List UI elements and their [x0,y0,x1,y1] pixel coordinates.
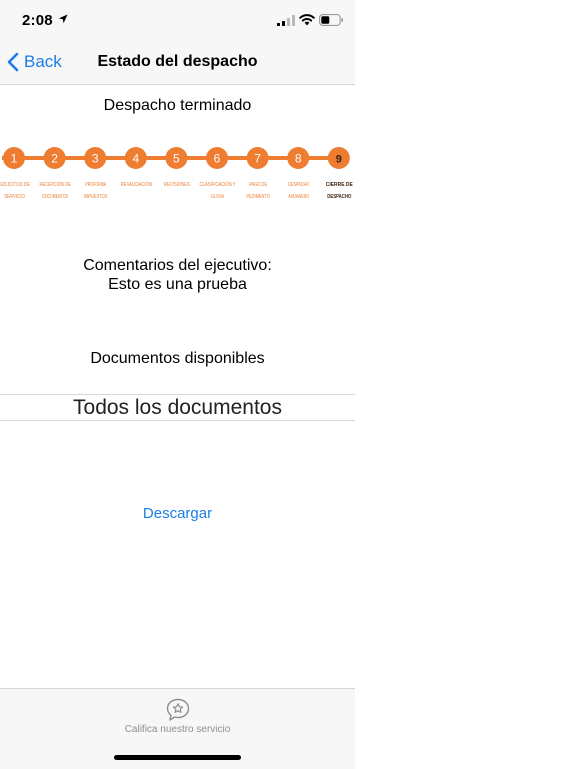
progress-step-1-label: SERVICIO [4,194,25,200]
progress-step-3-label: IMPUESTOS [84,194,108,200]
comments-text: Esto es una prueba [108,276,247,293]
progress-step-6-label: CLASIFICACIÓN Y [200,181,236,188]
progress-step-6-label: GLOSA [211,194,224,200]
progress-step-8-label: DESPACHO [288,182,309,188]
progress-step-1-label: SOLICITUD DE [0,182,30,188]
comments-label: Comentarios del ejecutivo: [83,257,272,274]
dispatch-status-text: Despacho terminado [103,97,252,114]
home-indicator [114,755,241,760]
documents-picker[interactable]: Todos los documentos [0,394,355,421]
progress-step-2-number: 2 [51,152,58,166]
phone-screen: 2:08 Back Estado del despacho Despacho t… [0,0,355,769]
documents-picker-next-option [0,420,355,426]
location-arrow-icon [58,14,68,24]
page-title: Estado del despacho [97,53,258,70]
navigation-bar: Back Estado del despacho [0,40,355,85]
documents-picker-selected: Todos los documentos [73,396,282,419]
progress-step-9-label: CIERRE DE [326,182,353,188]
wifi-icon [299,14,315,26]
progress-step-6-number: 6 [214,152,221,166]
tab-rate-service-label: Califica nuestro servicio [124,724,231,735]
battery-icon [319,14,343,26]
progress-step-7-number: 7 [254,152,261,166]
progress-step-8-label: ADUANERO [288,194,309,200]
progress-step-4-number: 4 [132,152,139,166]
progress-step-5-label: REVISIONES [164,182,190,188]
status-time: 2:08 [22,12,53,29]
progress-step-7-label: PAGO DE [249,182,267,188]
progress-step-3-number: 3 [92,152,99,166]
progress-step-7-label: PEDIMENTO [246,194,269,200]
executive-comments: Comentarios del ejecutivo: Esto es una p… [0,256,355,294]
tab-rate-service[interactable]: Califica nuestro servicio [0,697,355,741]
progress-step-9-label: DESPACHO [327,194,351,200]
progress-step-1-number: 1 [11,152,18,166]
cellular-signal-icon [277,15,295,26]
progress-step-9-number: 9 [336,154,342,166]
status-bar: 2:08 [0,0,355,40]
progress-step-8-number: 8 [295,152,302,166]
progress-step-2-label: DOCUMENTOS [42,194,68,200]
star-bubble-icon [166,698,190,721]
documents-section-title: Documentos disponibles [90,350,265,367]
dispatch-progress-tracker: 1 SOLICITUD DE SERVICIO 2 RECEPCIÓN DE DOCUME… [0,147,353,200]
progress-step-4-label: REVALIDACIÓN [121,181,152,188]
progress-step-5-number: 5 [173,152,180,166]
progress-step-2-label: RECEPCIÓN DE [40,181,71,188]
progress-step-3-label: PROFORMA [85,182,106,188]
download-button[interactable]: Descargar [0,505,355,522]
